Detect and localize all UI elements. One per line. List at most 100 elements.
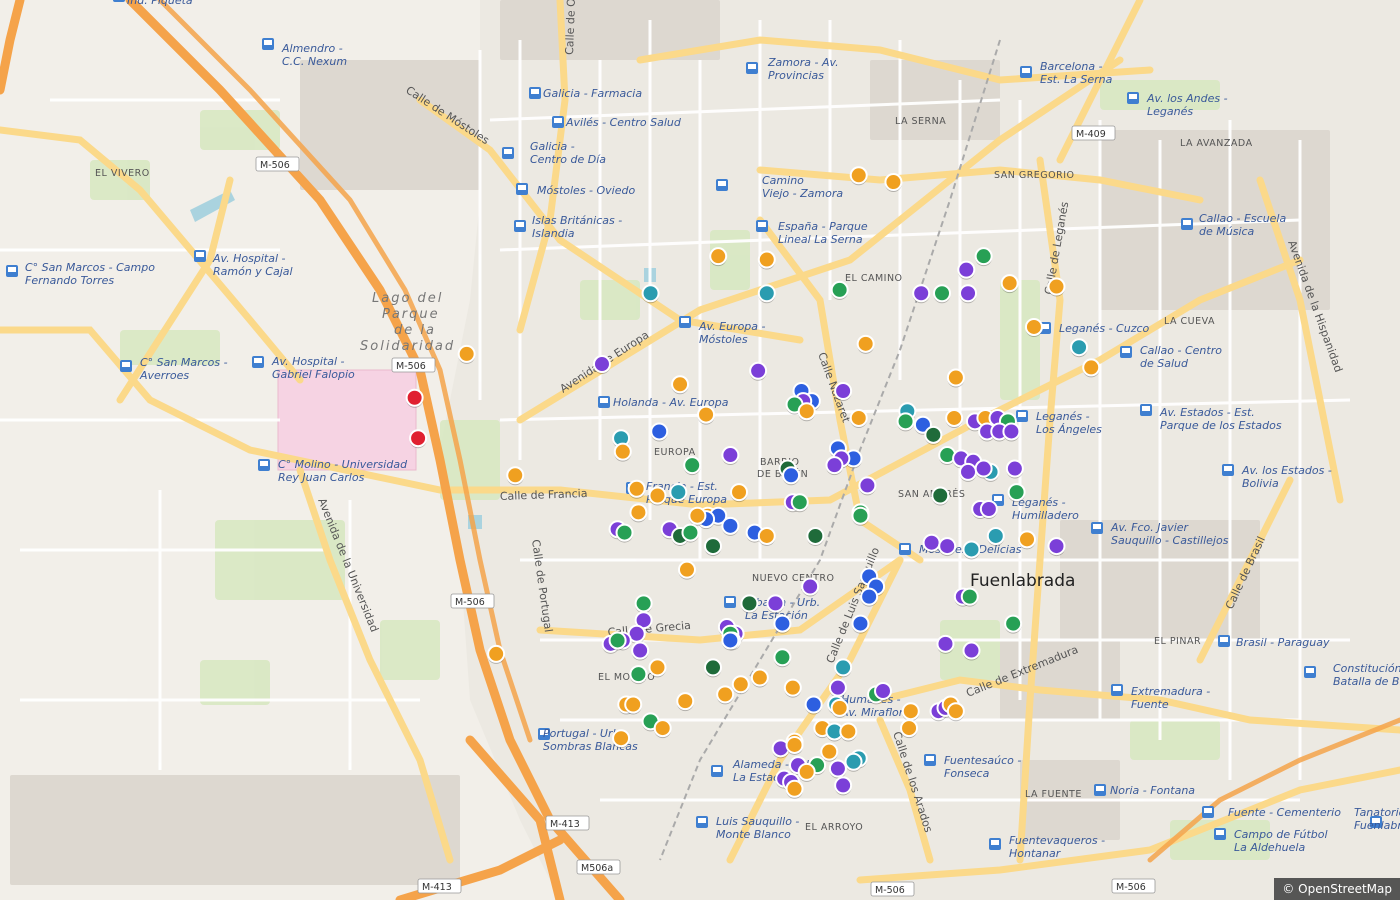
- map-marker-orange[interactable]: [629, 503, 648, 522]
- map-marker-blue[interactable]: [721, 631, 740, 650]
- map-marker-orange[interactable]: [1000, 274, 1019, 293]
- map-marker-purple[interactable]: [828, 759, 847, 778]
- map-marker-green[interactable]: [974, 247, 993, 266]
- map-marker-purple[interactable]: [1002, 422, 1021, 441]
- map-marker-purple[interactable]: [801, 577, 820, 596]
- map-marker-orange[interactable]: [900, 719, 919, 738]
- map-marker-orange[interactable]: [1018, 530, 1037, 549]
- map-marker-orange[interactable]: [750, 668, 769, 687]
- map-marker-teal[interactable]: [962, 540, 981, 559]
- map-marker-orange[interactable]: [785, 735, 804, 754]
- map-marker-orange[interactable]: [856, 334, 875, 353]
- map-marker-orange[interactable]: [797, 402, 816, 421]
- map-marker-orange[interactable]: [849, 408, 868, 427]
- map-marker-orange[interactable]: [757, 526, 776, 545]
- map-marker-green[interactable]: [1007, 483, 1026, 502]
- map-marker-green[interactable]: [629, 665, 648, 684]
- map-marker-purple[interactable]: [938, 537, 957, 556]
- map-marker-orange[interactable]: [653, 719, 672, 738]
- map-marker-purple[interactable]: [912, 284, 931, 303]
- map-marker-purple[interactable]: [922, 533, 941, 552]
- map-marker-purple[interactable]: [962, 641, 981, 660]
- map-marker-orange[interactable]: [612, 729, 631, 748]
- map-marker-purple[interactable]: [1047, 537, 1066, 556]
- map-marker-orange[interactable]: [688, 506, 707, 525]
- map-marker-green[interactable]: [634, 594, 653, 613]
- map-marker-orange[interactable]: [1082, 358, 1101, 377]
- map-marker-purple[interactable]: [825, 456, 844, 475]
- map-marker-darkgreen[interactable]: [924, 425, 943, 444]
- map-marker-orange[interactable]: [671, 375, 690, 394]
- map-marker-green[interactable]: [615, 523, 634, 542]
- map-marker-orange[interactable]: [487, 644, 506, 663]
- map-marker-orange[interactable]: [624, 695, 643, 714]
- map-marker-orange[interactable]: [709, 247, 728, 266]
- map-marker-blue[interactable]: [804, 695, 823, 714]
- map-marker-purple[interactable]: [834, 776, 853, 795]
- map-marker-orange[interactable]: [785, 779, 804, 798]
- map-marker-orange[interactable]: [731, 675, 750, 694]
- map-marker-teal[interactable]: [844, 752, 863, 771]
- map-marker-teal[interactable]: [669, 483, 688, 502]
- map-marker-orange[interactable]: [1024, 317, 1043, 336]
- map-marker-orange[interactable]: [946, 368, 965, 387]
- map-marker-orange[interactable]: [945, 408, 964, 427]
- map-marker-orange[interactable]: [677, 560, 696, 579]
- map-marker-purple[interactable]: [957, 260, 976, 279]
- map-marker-teal[interactable]: [986, 526, 1005, 545]
- map-marker-green[interactable]: [896, 412, 915, 431]
- map-marker-purple[interactable]: [592, 355, 611, 374]
- map-marker-orange[interactable]: [716, 685, 735, 704]
- map-marker-orange[interactable]: [839, 722, 858, 741]
- map-marker-darkgreen[interactable]: [704, 537, 723, 556]
- map-marker-purple[interactable]: [721, 446, 740, 465]
- map-marker-teal[interactable]: [1070, 338, 1089, 357]
- map-marker-purple[interactable]: [959, 284, 978, 303]
- map-marker-blue[interactable]: [721, 516, 740, 535]
- map-marker-orange[interactable]: [1047, 277, 1066, 296]
- map-marker-blue[interactable]: [650, 422, 669, 441]
- map-marker-orange[interactable]: [820, 742, 839, 761]
- map-marker-purple[interactable]: [959, 462, 978, 481]
- map-marker-orange[interactable]: [457, 344, 476, 363]
- map-marker-green[interactable]: [681, 523, 700, 542]
- map-marker-purple[interactable]: [834, 382, 853, 401]
- map-marker-purple[interactable]: [631, 641, 650, 660]
- map-marker-green[interactable]: [790, 493, 809, 512]
- map-marker-orange[interactable]: [697, 405, 716, 424]
- map-marker-teal[interactable]: [641, 284, 660, 303]
- map-marker-purple[interactable]: [979, 499, 998, 518]
- map-marker-green[interactable]: [830, 280, 849, 299]
- map-marker-purple[interactable]: [749, 361, 768, 380]
- map-marker-orange[interactable]: [884, 173, 903, 192]
- map-marker-purple[interactable]: [1005, 459, 1024, 478]
- map-marker-red[interactable]: [405, 388, 424, 407]
- map-marker-green[interactable]: [960, 587, 979, 606]
- map-view[interactable]: EL VIVERO LA SERNA SAN GREGORIO LA AVANZADA…: [0, 0, 1400, 900]
- map-marker-orange[interactable]: [676, 692, 695, 711]
- map-marker-blue[interactable]: [773, 614, 792, 633]
- map-marker-green[interactable]: [933, 284, 952, 303]
- map-marker-orange[interactable]: [901, 702, 920, 721]
- map-marker-red[interactable]: [409, 429, 428, 448]
- map-attribution[interactable]: © OpenStreetMap: [1274, 878, 1400, 900]
- map-marker-orange[interactable]: [830, 698, 849, 717]
- map-marker-teal[interactable]: [834, 658, 853, 677]
- map-marker-green[interactable]: [773, 648, 792, 667]
- map-marker-orange[interactable]: [648, 658, 667, 677]
- map-marker-darkgreen[interactable]: [931, 486, 950, 505]
- map-marker-orange[interactable]: [797, 762, 816, 781]
- map-marker-orange[interactable]: [757, 250, 776, 269]
- map-marker-purple[interactable]: [936, 634, 955, 653]
- map-marker-purple[interactable]: [974, 459, 993, 478]
- map-marker-darkgreen[interactable]: [740, 594, 759, 613]
- map-marker-darkgreen[interactable]: [704, 658, 723, 677]
- map-marker-orange[interactable]: [648, 486, 667, 505]
- map-marker-green[interactable]: [608, 631, 627, 650]
- map-marker-teal[interactable]: [757, 284, 776, 303]
- map-marker-orange[interactable]: [849, 166, 868, 185]
- map-marker-purple[interactable]: [858, 476, 877, 495]
- map-marker-darkgreen[interactable]: [806, 526, 825, 545]
- map-marker-blue[interactable]: [851, 614, 870, 633]
- map-marker-orange[interactable]: [946, 702, 965, 721]
